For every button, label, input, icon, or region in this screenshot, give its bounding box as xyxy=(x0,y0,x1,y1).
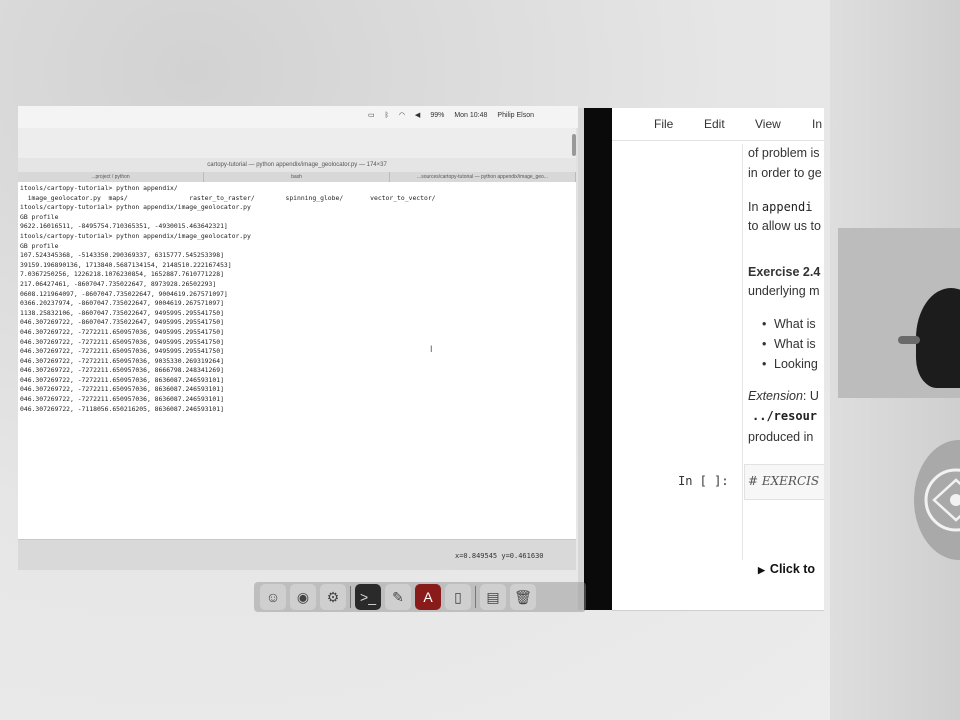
mac-menubar: ▭ ᛒ ◠ ◀ 99% Mon 10:48 Philip Elson xyxy=(18,106,578,128)
notebook-menubar: File Edit View In xyxy=(612,108,824,141)
details-toggle-label: Click to xyxy=(769,562,816,576)
status-tray: ▭ ᛒ ◠ ◀ 99% Mon 10:48 Philip Elson xyxy=(368,111,534,120)
cell-prompt: In [ ]: xyxy=(678,474,729,488)
extension-label: Extension xyxy=(748,389,803,403)
terminal-title: cartopy-tutorial — python appendix/image… xyxy=(18,158,576,172)
speaker-silhouette xyxy=(916,288,960,388)
volume-icon[interactable]: ◀ xyxy=(415,111,420,119)
terminal-text: itools/cartopy-tutorial> python appendix… xyxy=(20,184,436,413)
resources-path-code: ../resour xyxy=(752,409,818,423)
extension-line-1: Extension: U xyxy=(748,389,819,403)
mac-dock: ☺ ◉ ⚙ >_ ✎ A ▯ ▤ 🗑 xyxy=(254,582,586,612)
cell-border xyxy=(742,144,743,560)
paragraph-2-line-2: to allow us to xyxy=(748,219,821,233)
wifi-icon[interactable]: ◠ xyxy=(399,111,405,119)
battery-indicator[interactable]: 99% xyxy=(430,112,444,119)
terminal-tab-1[interactable]: ...project / python xyxy=(18,172,204,182)
mouse-cursor-icon: I xyxy=(430,344,433,354)
appendix-code: appendi xyxy=(761,200,813,214)
paragraph-2-line-1: In appendi xyxy=(748,200,812,214)
clock[interactable]: Mon 10:48 xyxy=(454,112,487,119)
cell-code[interactable]: # EXERCIS xyxy=(748,474,819,488)
disclosure-triangle-icon: ▶ xyxy=(758,565,765,575)
dock-separator xyxy=(350,586,351,608)
extension-line-2: ../resour xyxy=(752,409,817,423)
cursor-coordinates: x=0.849545 y=0.461630 xyxy=(455,552,544,560)
terminal-tab-2[interactable]: bash xyxy=(204,172,390,182)
terminal-scrollbar[interactable] xyxy=(572,134,576,156)
terminal-toolbar xyxy=(18,128,576,159)
acrobat-icon[interactable]: A xyxy=(415,584,441,610)
chrome-icon[interactable]: ◉ xyxy=(290,584,316,610)
menu-file[interactable]: File xyxy=(654,117,673,131)
downloads-folder-icon[interactable]: ▤ xyxy=(480,584,506,610)
document-icon[interactable]: ▯ xyxy=(445,584,471,610)
terminal-tabs: ...project / python bash ...sources/cart… xyxy=(18,172,576,182)
extension-rest: : U xyxy=(802,389,819,403)
jupyter-notebook: File Edit View In of problem is in order… xyxy=(612,108,824,610)
system-preferences-icon[interactable]: ⚙ xyxy=(320,584,346,610)
terminal-tab-3[interactable]: ...sources/cartopy-tutorial — python app… xyxy=(390,172,576,182)
paragraph-2-prefix: In xyxy=(748,200,762,214)
bullet-3: Looking xyxy=(762,357,818,371)
details-toggle[interactable]: ▶ Click to xyxy=(758,562,815,576)
exercise-title: Exercise 2.4 xyxy=(748,265,821,279)
extension-line-3: produced in xyxy=(748,430,814,444)
textedit-icon[interactable]: ✎ xyxy=(385,584,411,610)
airplay-icon[interactable]: ▭ xyxy=(368,111,375,119)
bullet-2: What is xyxy=(762,337,816,351)
logo-mark-icon xyxy=(924,468,960,532)
speaker-video-inset xyxy=(838,228,960,398)
terminal-output[interactable]: itools/cartopy-tutorial> python appendix… xyxy=(18,182,576,539)
microphone xyxy=(898,336,920,344)
bluetooth-icon[interactable]: ᛒ xyxy=(385,112,389,119)
finder-icon[interactable]: ☺ xyxy=(260,584,286,610)
menu-edit[interactable]: Edit xyxy=(704,117,725,131)
user-menu[interactable]: Philip Elson xyxy=(497,112,534,119)
exercise-line-2: underlying m xyxy=(748,284,820,298)
notebook-bottom-line xyxy=(612,610,824,611)
trash-icon[interactable]: 🗑 xyxy=(510,584,536,610)
menu-view[interactable]: View xyxy=(755,117,781,131)
paragraph-1-line-2: in order to ge xyxy=(748,166,822,180)
bullet-1: What is xyxy=(762,317,816,331)
window-divider xyxy=(578,108,612,610)
terminal-icon[interactable]: >_ xyxy=(355,584,381,610)
menu-insert[interactable]: In xyxy=(812,117,822,131)
divider-strip xyxy=(578,108,584,610)
dock-separator xyxy=(475,586,476,608)
paragraph-1-line-1: of problem is xyxy=(748,146,820,160)
